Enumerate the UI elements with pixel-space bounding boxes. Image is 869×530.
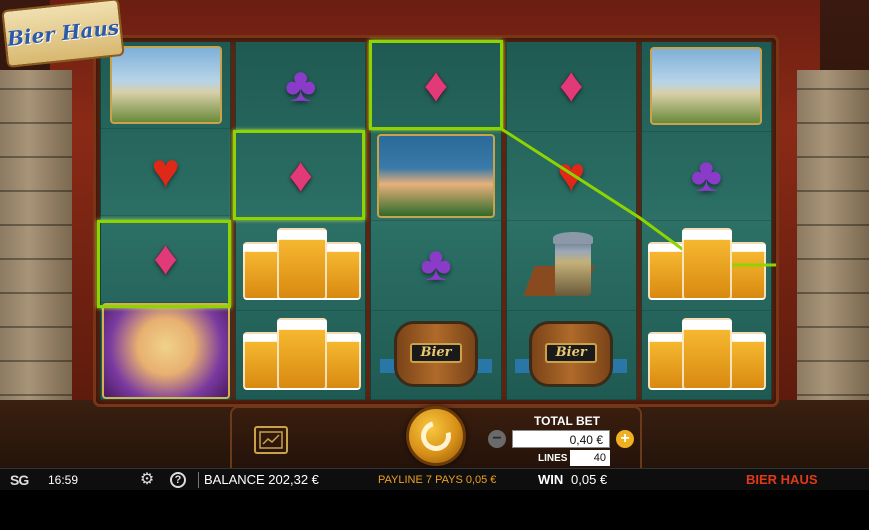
reel-4: ♦ ♥ Bier — [505, 42, 637, 400]
beer-mug — [682, 228, 733, 301]
castle-picture-icon — [109, 46, 222, 124]
reel-cell — [101, 303, 231, 400]
reel-cell — [641, 311, 772, 400]
reel-cell — [371, 132, 501, 221]
bier-barrel-picture-icon: Bier — [380, 315, 492, 395]
paytable-button[interactable] — [254, 426, 288, 454]
diamond-icon: ♦ — [288, 148, 314, 202]
lines-value: 40 — [570, 450, 610, 466]
beer-mugs-picture-icon — [644, 226, 768, 304]
bet-increase-button[interactable]: + — [616, 430, 634, 448]
reel-cell — [506, 221, 636, 311]
barrel-label: Bier — [545, 342, 598, 363]
game-scene: ♥ ♦ ♣ ♦ ♦ ♣ Bier ♦ ♥ Bier ♣ Bier Haus — [0, 0, 869, 468]
castle-picture-icon — [650, 47, 763, 126]
reel-cell — [641, 221, 772, 311]
bet-decrease-button[interactable]: − — [488, 430, 506, 448]
diamond-icon: ♦ — [558, 59, 584, 113]
club-icon: ♣ — [420, 238, 452, 292]
club-icon: ♣ — [690, 148, 723, 202]
reel-1: ♥ ♦ — [100, 42, 232, 400]
reel-cell: ♥ — [506, 132, 636, 221]
reel-grid: ♥ ♦ ♣ ♦ ♦ ♣ Bier ♦ ♥ Bier ♣ — [100, 42, 773, 400]
stein-body — [555, 240, 592, 297]
reel-cell — [236, 311, 366, 400]
win-value: 0,05 € — [571, 472, 608, 487]
bier-barrel-picture-icon: Bier — [515, 315, 628, 395]
game-title: BIER HAUS — [746, 472, 818, 487]
clock: 16:59 — [48, 473, 79, 487]
reel-cell: ♥ — [101, 129, 231, 216]
beer-mugs-picture-icon — [239, 226, 363, 304]
sg-logo: SG — [10, 472, 29, 488]
reel-cell — [641, 42, 772, 132]
help-icon[interactable]: ? — [170, 472, 186, 488]
control-panel: TOTAL BET − 0,40 € + LINES 40 — [230, 406, 642, 468]
lines-label: LINES — [538, 453, 568, 464]
reel-2: ♣ ♦ — [235, 42, 367, 400]
reel-5: ♣ — [640, 42, 773, 400]
beer-mug — [276, 228, 327, 301]
reel-cell: Bier — [506, 311, 636, 400]
reel-cell: ♣ — [641, 132, 772, 221]
bavarian-man-picture-icon — [377, 133, 495, 218]
total-bet-value: 0,40 € — [512, 430, 610, 448]
stone-wall-left — [0, 70, 72, 430]
heart-icon: ♥ — [151, 145, 180, 198]
logo-text: Bier Haus — [5, 15, 121, 51]
beer-mugs-picture-icon — [644, 316, 768, 394]
beer-stein-picture-icon — [523, 226, 617, 304]
reel-cell: ♦ — [101, 216, 231, 303]
reel-cell: Bier — [371, 311, 501, 400]
payline-win-info: PAYLINE 7 PAYS 0,05 € — [378, 474, 497, 486]
diamond-icon: ♦ — [423, 59, 449, 113]
total-bet-label: TOTAL BET — [534, 414, 600, 428]
stone-wall-right — [797, 70, 869, 430]
beer-mugs-picture-icon — [239, 316, 363, 394]
reel-cell: ♦ — [506, 42, 636, 132]
beer-mug — [682, 317, 733, 390]
balance-display: BALANCE 202,32 € — [204, 472, 319, 487]
diamond-icon: ♦ — [153, 232, 178, 285]
chart-icon — [259, 431, 283, 449]
reel-cell: ♣ — [236, 42, 366, 132]
win-label: WIN — [538, 472, 564, 487]
reel-cell: ♦ — [371, 42, 501, 132]
barrel-label: Bier — [410, 342, 462, 363]
settings-gear-icon[interactable]: ⚙ — [138, 469, 156, 491]
stein-lid — [553, 232, 594, 245]
reel-3: ♦ ♣ Bier — [370, 42, 502, 400]
spin-arrow-icon — [415, 415, 457, 457]
status-bar: SG 16:59 ⚙ ? BALANCE 202,32 € PAYLINE 7 … — [0, 468, 869, 490]
bottom-letterbox — [0, 490, 869, 530]
reel-cell — [236, 221, 366, 311]
spin-button[interactable] — [406, 406, 466, 466]
status-divider — [198, 472, 199, 488]
club-icon: ♣ — [285, 59, 317, 113]
reel-cell: ♦ — [236, 132, 366, 221]
reel-cell: ♣ — [371, 221, 501, 311]
heart-icon: ♥ — [556, 148, 586, 202]
beer-mug — [276, 317, 327, 390]
barmaid-picture-icon — [101, 303, 230, 399]
